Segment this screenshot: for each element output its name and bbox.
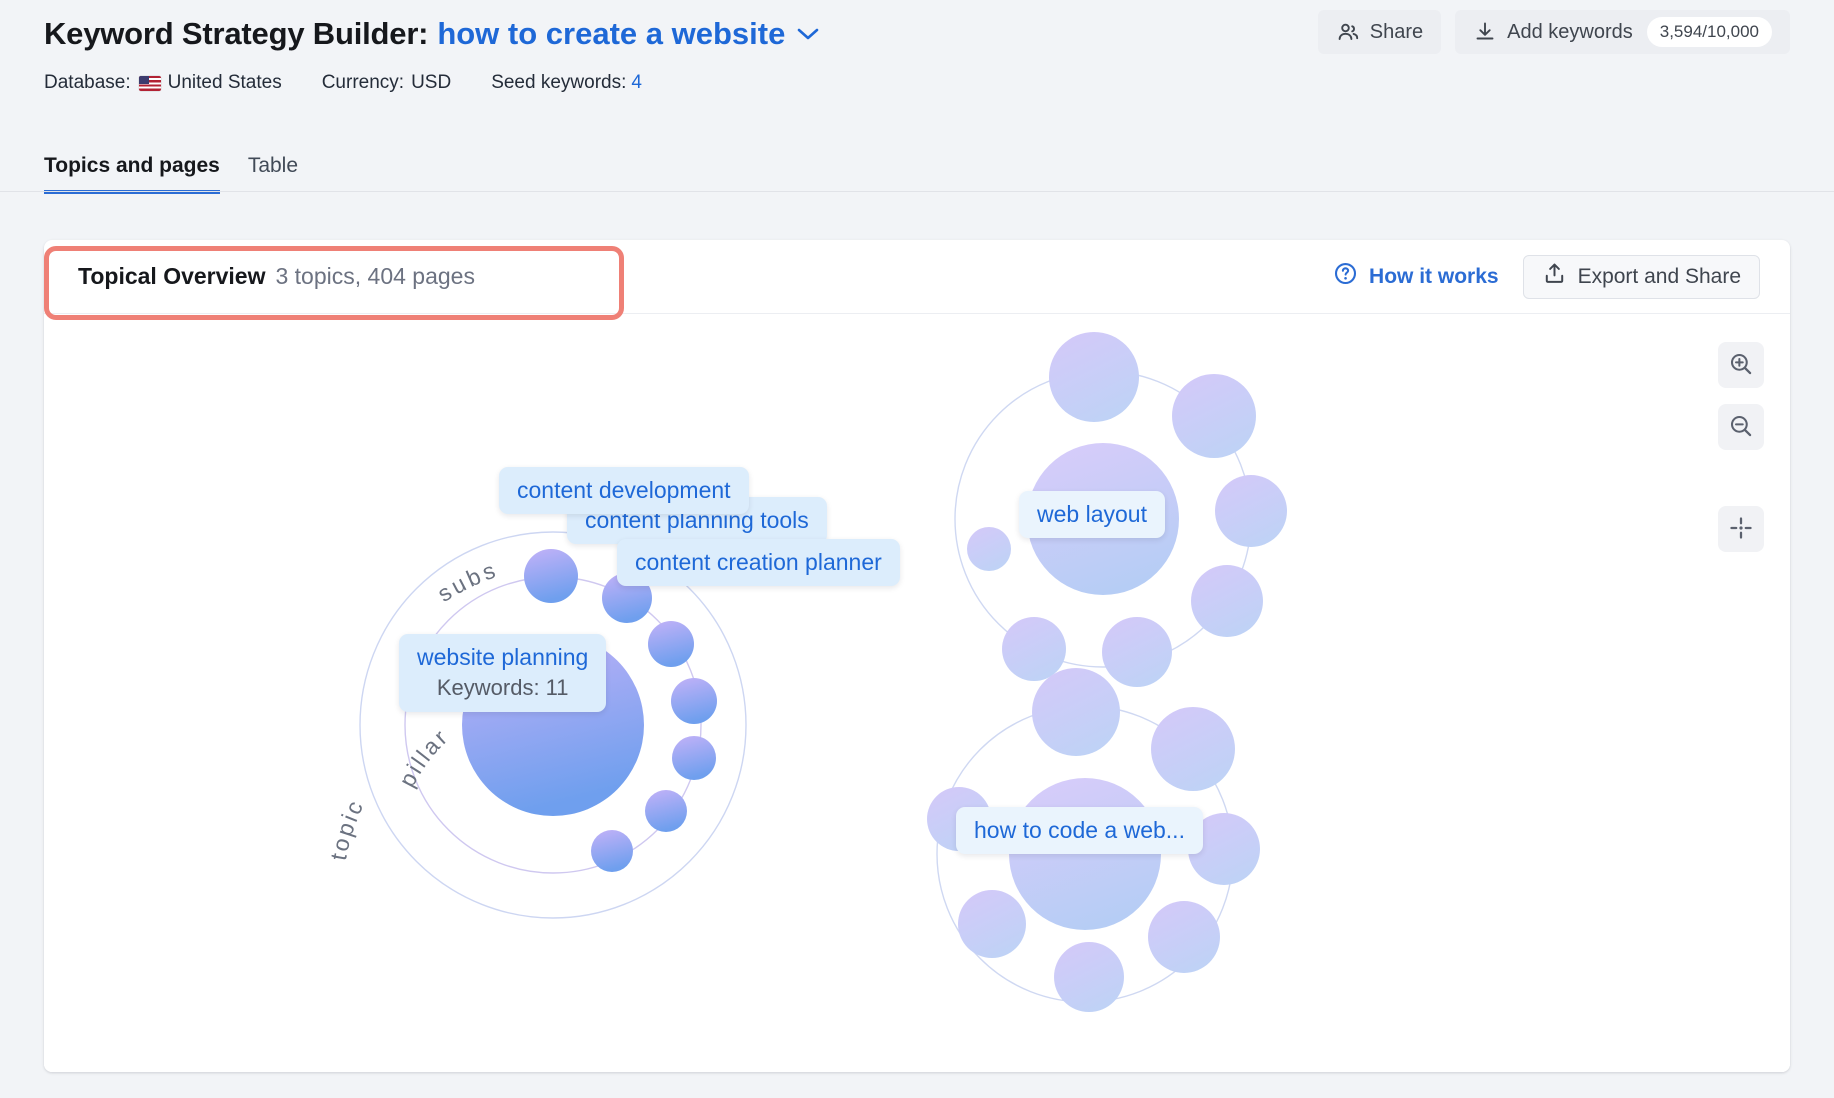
magnifier-plus-icon (1728, 351, 1754, 380)
topical-graph-canvas[interactable]: topic subs pillar (44, 314, 1790, 1072)
sub-bubble (672, 736, 716, 780)
zoom-out-button[interactable] (1718, 404, 1764, 450)
tab-topics-and-pages[interactable]: Topics and pages (44, 154, 220, 194)
zoom-controls (1718, 342, 1764, 552)
people-share-icon (1336, 20, 1360, 44)
tooltip-web-layout-label: web layout (1037, 501, 1147, 527)
seed-keyword-link[interactable]: how to create a website (437, 16, 785, 52)
seed-keywords-label: Seed keywords: (491, 72, 626, 94)
sub-bubble (591, 830, 633, 872)
sub-bubble (1049, 332, 1139, 422)
fit-to-screen-button[interactable] (1718, 506, 1764, 552)
add-keywords-label: Add keywords (1507, 21, 1633, 44)
ring-label-subs: subs (433, 556, 502, 607)
tooltip-website-planning-keywords: Keywords: 11 (417, 674, 588, 702)
crosshair-fit-icon (1728, 515, 1754, 544)
cluster-website-planning: topic subs pillar (325, 532, 746, 918)
header-actions: Share Add keywords 3,594/10,000 (1318, 10, 1790, 54)
card-subtitle: 3 topics, 404 pages (275, 263, 474, 290)
how-it-works-link[interactable]: How it works (1333, 261, 1499, 292)
sub-bubble (1151, 707, 1235, 791)
zoom-in-button[interactable] (1718, 342, 1764, 388)
upload-share-icon (1542, 261, 1567, 292)
card-header: Topical Overview 3 topics, 404 pages How… (44, 240, 1790, 314)
sub-bubble (1032, 668, 1120, 756)
page-title: Keyword Strategy Builder: (44, 16, 428, 52)
keyword-quota-badge: 3,594/10,000 (1647, 17, 1772, 47)
main-tabs: Topics and pages Table (0, 148, 1834, 192)
currency-value: USD (411, 72, 451, 94)
download-icon (1473, 20, 1497, 44)
tooltip-web-layout[interactable]: web layout (1019, 491, 1165, 538)
tabs-divider (0, 191, 1834, 192)
seed-keywords-meta: Seed keywords: 4 (491, 72, 642, 94)
ring-label-pillar: pillar (394, 723, 454, 791)
database-value: United States (168, 72, 282, 94)
tooltip-content-creation-planner-label: content creation planner (635, 549, 882, 575)
question-circle-icon (1333, 261, 1358, 292)
tooltip-content-creation-planner[interactable]: content creation planner (617, 539, 900, 586)
sub-bubble (1102, 617, 1172, 687)
sub-bubble (1191, 565, 1263, 637)
share-button[interactable]: Share (1318, 10, 1441, 54)
sub-bubble (1172, 374, 1256, 458)
card-title: Topical Overview (78, 263, 265, 290)
ring-label-topic: topic (325, 795, 369, 863)
tooltip-website-planning-label: website planning (417, 644, 588, 670)
how-it-works-label: How it works (1369, 265, 1499, 289)
export-and-share-button[interactable]: Export and Share (1523, 255, 1760, 299)
currency-label: Currency: (322, 72, 404, 94)
tooltip-how-to-code-a-web[interactable]: how to code a web... (956, 807, 1203, 854)
tooltip-content-development-label: content development (517, 477, 731, 503)
zoom-controls-spacer (1718, 466, 1764, 490)
topical-graph: topic subs pillar (44, 314, 1790, 1072)
sub-bubble (967, 527, 1011, 571)
tooltip-website-planning[interactable]: website planning Keywords: 11 (399, 634, 606, 712)
sub-bubble (1148, 901, 1220, 973)
sub-bubble (1002, 617, 1066, 681)
topical-overview-card: Topical Overview 3 topics, 404 pages How… (44, 240, 1790, 1072)
database-label: Database: (44, 72, 131, 94)
sub-bubble (671, 678, 717, 724)
tooltip-content-development[interactable]: content development (499, 467, 749, 514)
sub-bubble (1054, 942, 1124, 1012)
sub-bubble (648, 621, 694, 667)
seed-keywords-value[interactable]: 4 (631, 72, 642, 94)
sub-bubble (645, 790, 687, 832)
tab-table-label: Table (248, 154, 298, 177)
tab-table[interactable]: Table (248, 154, 298, 194)
sub-bubble (1215, 475, 1287, 547)
sub-bubble (524, 549, 578, 603)
magnifier-minus-icon (1728, 413, 1754, 442)
sub-bubble (958, 890, 1026, 958)
export-and-share-label: Export and Share (1578, 265, 1741, 289)
add-keywords-button[interactable]: Add keywords 3,594/10,000 (1455, 10, 1790, 54)
chevron-down-icon[interactable] (797, 27, 819, 41)
share-button-label: Share (1370, 21, 1423, 44)
meta-row: Database: United States Currency: USD Se… (44, 72, 1790, 94)
us-flag-icon (139, 76, 161, 91)
currency-meta: Currency: USD (322, 72, 451, 94)
card-header-actions: How it works Export and Share (1333, 255, 1760, 299)
app-header: Keyword Strategy Builder: how to create … (0, 0, 1834, 148)
database-meta: Database: United States (44, 72, 282, 94)
tooltip-how-to-code-a-web-label: how to code a web... (974, 817, 1185, 843)
tab-topics-and-pages-label: Topics and pages (44, 154, 220, 177)
